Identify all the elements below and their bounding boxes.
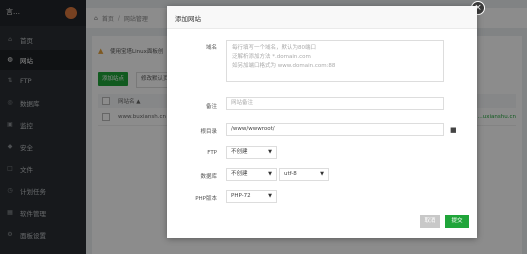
remark-label: 备注 bbox=[205, 104, 217, 110]
database-label: 数据库 bbox=[200, 174, 217, 180]
php-version-value: PHP-72 bbox=[231, 193, 251, 199]
charset-select[interactable]: utf-8 ▼ bbox=[279, 168, 329, 181]
cancel-button[interactable]: 取消 bbox=[420, 215, 440, 228]
domain-textarea[interactable]: 每行填写一个域名，默认为80端口 泛解析添加方法 *.domain.com 如另… bbox=[226, 40, 444, 82]
ftp-select-value: 不创建 bbox=[231, 149, 248, 155]
chevron-down-icon: ▼ bbox=[320, 171, 324, 177]
database-select-value: 不创建 bbox=[231, 171, 248, 177]
domain-label: 域名 bbox=[205, 45, 217, 51]
domain-placeholder-line: 如另加端口格式为 www.domain.com:88 bbox=[232, 63, 336, 69]
php-version-select[interactable]: PHP-72 ▼ bbox=[226, 190, 277, 203]
chevron-down-icon: ▼ bbox=[268, 171, 272, 177]
dialog-header: 添加网站 bbox=[167, 6, 477, 29]
charset-select-value: utf-8 bbox=[284, 171, 297, 177]
domain-placeholder-line: 泛解析添加方法 *.domain.com bbox=[232, 54, 311, 60]
root-dir-input[interactable]: /www/wwwroot/ bbox=[226, 123, 444, 136]
ftp-select[interactable]: 不创建 ▼ bbox=[226, 146, 277, 159]
ftp-label: FTP bbox=[207, 150, 217, 156]
remark-input[interactable]: 网站备注 bbox=[226, 97, 444, 110]
php-version-label: PHP版本 bbox=[195, 196, 217, 202]
add-site-dialog: 添加网站 域名 每行填写一个域名，默认为80端口 泛解析添加方法 *.domai… bbox=[167, 6, 477, 238]
root-dir-label: 根目录 bbox=[200, 129, 217, 135]
submit-button[interactable]: 提交 bbox=[445, 215, 469, 228]
database-select[interactable]: 不创建 ▼ bbox=[226, 168, 277, 181]
domain-placeholder-line: 每行填写一个域名，默认为80端口 bbox=[232, 45, 316, 51]
dialog-title: 添加网站 bbox=[175, 15, 201, 23]
chevron-down-icon: ▼ bbox=[268, 149, 272, 155]
folder-icon[interactable]: ■ bbox=[450, 127, 459, 134]
chevron-down-icon: ▼ bbox=[268, 193, 272, 199]
